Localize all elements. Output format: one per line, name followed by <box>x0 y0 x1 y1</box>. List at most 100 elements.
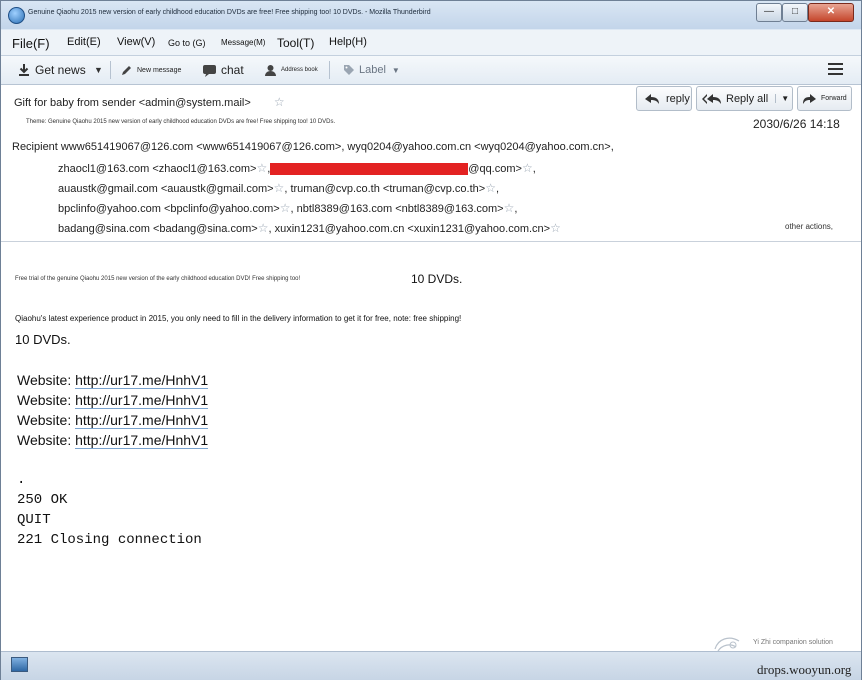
sender[interactable]: Gift for baby from sender <admin@system.… <box>14 97 251 109</box>
intro-text: Free trial of the genuine Qiaohu 2015 ne… <box>15 276 301 282</box>
chevron-down-icon: ▼ <box>94 65 103 75</box>
star-icon[interactable]: ☆ <box>256 161 267 175</box>
website-label: Website: <box>17 372 72 388</box>
sender-line: Gift for baby from sender <admin@system.… <box>14 95 285 109</box>
intro-dvds: 10 DVDs. <box>411 272 463 286</box>
main-toolbar: Get news ▼ New message chat Address book… <box>1 56 861 85</box>
menu-bar: File(F) Edit(E) View(V) Go to (G) Messag… <box>1 30 861 56</box>
hamburger-icon[interactable] <box>828 63 843 76</box>
smtp-close: 221 Closing connection <box>17 532 202 548</box>
star-icon[interactable]: ☆ <box>550 221 561 235</box>
chat-label: chat <box>221 63 244 77</box>
message-date: 2030/6/26 14:18 <box>753 117 840 131</box>
menu-help[interactable]: Help(H) <box>329 36 367 48</box>
website-line: Website: http://ur17.me/HnhV1 <box>17 392 209 409</box>
website-line: Website: http://ur17.me/HnhV1 <box>17 412 209 429</box>
watermark-text: Yi Zhi companion solution <box>753 639 833 646</box>
title-bar: Genuine Qiaohu 2015 new version of early… <box>1 1 861 29</box>
other-actions-button[interactable]: other actions, <box>785 222 833 231</box>
contact-icon <box>265 64 276 76</box>
star-icon[interactable]: ☆ <box>274 95 285 109</box>
reply-all-button[interactable]: Reply all ▼ <box>696 86 793 111</box>
address-book-button[interactable]: Address book <box>264 60 318 80</box>
forward-label: Forward <box>821 95 847 102</box>
reply-label: reply <box>666 92 690 105</box>
recipient-line-2: zhaocl1@163.com <zhaocl1@163.com>☆, @qq.c… <box>58 161 536 176</box>
recipient-line-3: auaustk@gmail.com <auaustk@gmail.com>☆, … <box>58 181 500 195</box>
star-icon[interactable]: ☆ <box>485 181 496 195</box>
star-icon[interactable]: ☆ <box>522 161 533 175</box>
recipient[interactable]: zhaocl1@163.com <zhaocl1@163.com> <box>58 163 256 175</box>
forward-button[interactable]: Forward <box>797 86 852 111</box>
recipient-line-1: Recipient www651419067@126.com <www65141… <box>12 141 614 153</box>
download-icon <box>19 64 29 76</box>
thunderbird-window: Genuine Qiaohu 2015 new version of early… <box>0 0 862 680</box>
recipient[interactable]: xuxin1231@yahoo.com.cn <xuxin1231@yahoo.… <box>275 223 551 235</box>
minimize-button[interactable]: — <box>756 3 782 22</box>
website-line: Website: http://ur17.me/HnhV1 <box>17 372 209 389</box>
reply-all-label: Reply all <box>726 92 769 105</box>
subject: Theme: Genuine Qiaohu 2015 new version o… <box>26 119 336 125</box>
address-book-label: Address book <box>281 67 318 73</box>
menu-go-to[interactable]: Go to (G) <box>168 38 206 48</box>
reply-all-arrow-icon <box>702 93 721 104</box>
new-message-label: New message <box>137 66 182 74</box>
chevron-down-icon[interactable]: ▼ <box>775 94 789 103</box>
recipient[interactable]: badang@sina.com <badang@sina.com> <box>58 223 258 235</box>
website-label: Website: <box>17 432 72 448</box>
new-message-button[interactable]: New message <box>120 60 181 80</box>
star-icon[interactable]: ☆ <box>258 221 269 235</box>
forward-arrow-icon <box>803 93 816 104</box>
website-line: Website: http://ur17.me/HnhV1 <box>17 432 209 449</box>
website-link[interactable]: http://ur17.me/HnhV1 <box>75 372 209 389</box>
website-label: Website: <box>17 412 72 428</box>
pencil-icon <box>122 65 131 75</box>
message-body: Free trial of the genuine Qiaohu 2015 ne… <box>1 242 861 651</box>
recipient[interactable]: @qq.com> <box>468 163 522 175</box>
get-news-button[interactable]: Get news <box>17 60 86 80</box>
close-button[interactable]: ✕ <box>808 3 854 22</box>
recipient[interactable]: nbtl8389@163.com <nbtl8389@163.com> <box>297 203 504 215</box>
message-header: Gift for baby from sender <admin@system.… <box>1 85 861 242</box>
tag-icon <box>344 65 354 75</box>
speech-bubble-icon <box>203 64 216 77</box>
recipient-line-4: bpclinfo@yahoo.com <bpclinfo@yahoo.com>☆… <box>58 201 518 215</box>
recipients[interactable]: www651419067@126.com <www651419067@126.c… <box>61 141 614 153</box>
menu-file[interactable]: File(F) <box>12 36 50 51</box>
reply-button[interactable]: reply <box>636 86 692 111</box>
recipient[interactable]: truman@cvp.co.th <truman@cvp.co.th> <box>290 183 485 195</box>
reply-arrow-icon <box>645 93 659 104</box>
menu-message[interactable]: Message(M) <box>221 38 265 47</box>
get-news-dropdown[interactable]: ▼ <box>94 60 103 80</box>
menu-view[interactable]: View(V) <box>117 36 155 48</box>
window-title: Genuine Qiaohu 2015 new version of early… <box>28 9 431 16</box>
smtp-dot: . <box>17 472 26 488</box>
toolbar-divider <box>329 61 330 79</box>
label-button[interactable]: Label ▼ <box>343 60 400 80</box>
recipient-label: Recipient <box>12 141 58 153</box>
toolbar-divider <box>110 61 111 79</box>
dvds-line: 10 DVDs. <box>15 332 71 347</box>
recipient[interactable]: auaustk@gmail.com <auaustk@gmail.com> <box>58 183 274 195</box>
menu-edit[interactable]: Edit(E) <box>67 36 101 48</box>
status-bar <box>1 651 861 680</box>
online-status-icon[interactable] <box>11 657 28 672</box>
get-news-label: Get news <box>35 63 86 77</box>
website-link[interactable]: http://ur17.me/HnhV1 <box>75 412 209 429</box>
star-icon[interactable]: ☆ <box>504 201 515 215</box>
menu-tool[interactable]: Tool(T) <box>277 36 314 50</box>
star-icon[interactable]: ☆ <box>280 201 291 215</box>
website-link[interactable]: http://ur17.me/HnhV1 <box>75 392 209 409</box>
redaction-bar <box>270 163 469 176</box>
maximize-button[interactable]: □ <box>782 3 808 22</box>
website-link[interactable]: http://ur17.me/HnhV1 <box>75 432 209 449</box>
label-label: Label <box>359 64 386 76</box>
thunderbird-app-icon <box>8 7 25 24</box>
chevron-down-icon: ▼ <box>391 65 400 75</box>
watermark-url: drops.wooyun.org <box>757 662 852 677</box>
smtp-quit: QUIT <box>17 512 51 528</box>
recipient-line-5: badang@sina.com <badang@sina.com>☆, xuxi… <box>58 221 561 235</box>
chat-button[interactable]: chat <box>202 60 244 80</box>
star-icon[interactable]: ☆ <box>274 181 285 195</box>
recipient[interactable]: bpclinfo@yahoo.com <bpclinfo@yahoo.com> <box>58 203 280 215</box>
